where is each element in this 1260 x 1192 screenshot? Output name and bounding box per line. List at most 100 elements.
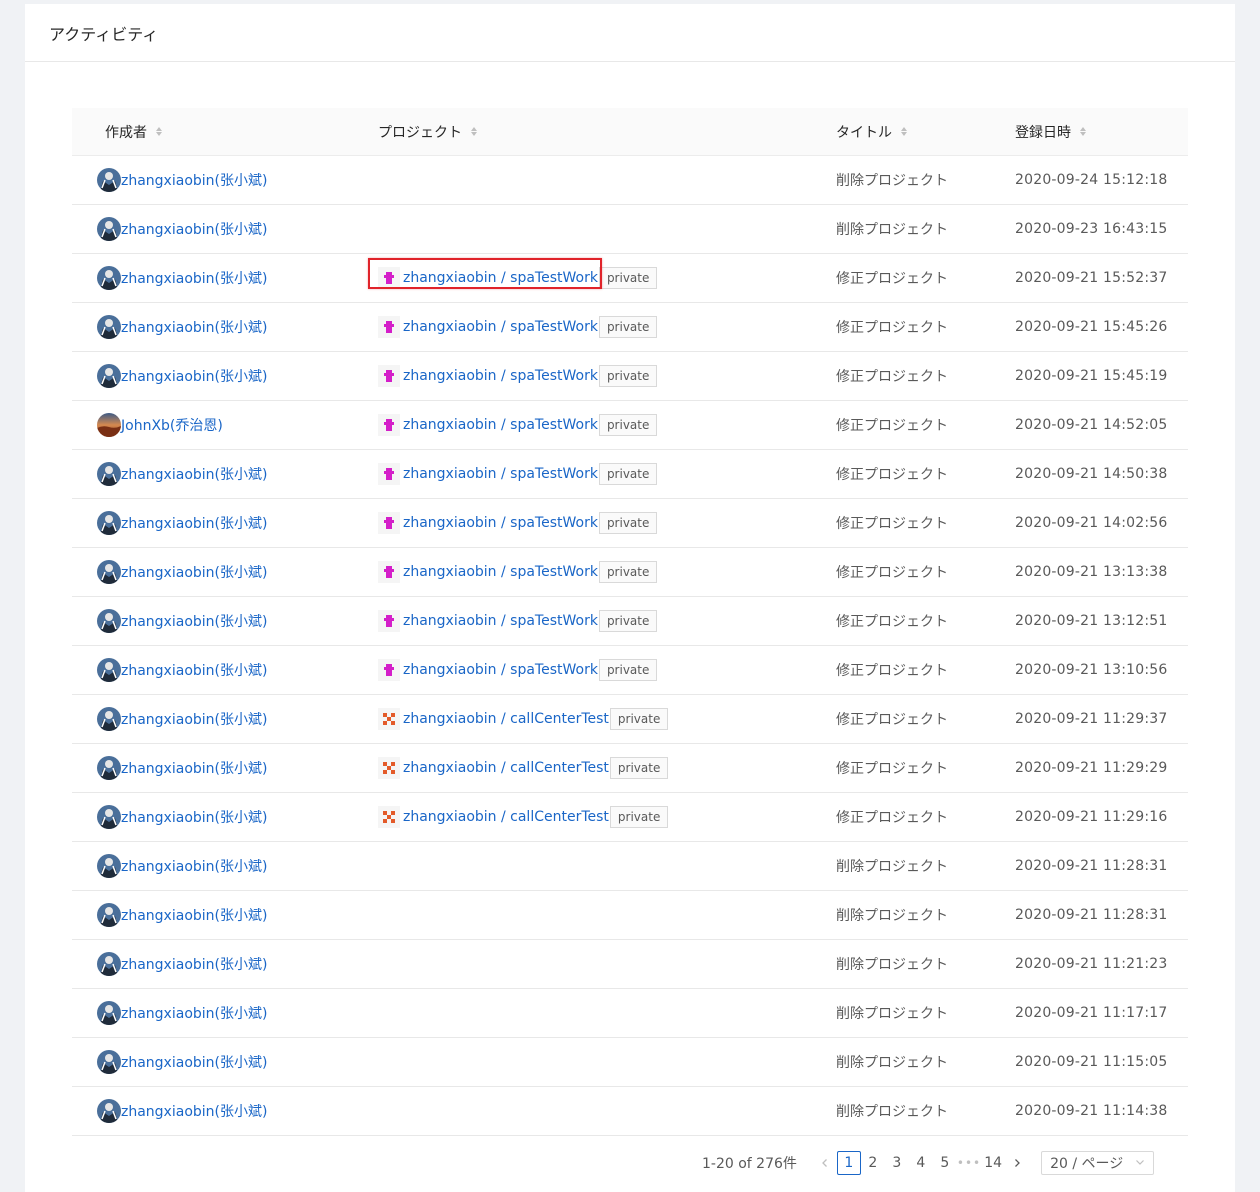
sort-icon[interactable] — [156, 127, 162, 136]
project-link[interactable]: zhangxiaobin / spaTestWork — [403, 368, 598, 384]
author-cell: zhangxiaobin(张小斌) — [97, 254, 267, 302]
sort-icon[interactable] — [1080, 127, 1086, 136]
author-cell: zhangxiaobin(张小斌) — [97, 1038, 267, 1086]
private-tag: private — [598, 316, 658, 338]
avatar[interactable] — [97, 413, 121, 437]
avatar[interactable] — [97, 462, 121, 486]
column-header-author[interactable]: 作成者 — [105, 122, 162, 142]
project-link[interactable]: zhangxiaobin / callCenterTest — [403, 809, 609, 825]
time-cell: 2020-09-21 11:17:17 — [1015, 1005, 1168, 1021]
table-row: zhangxiaobin(张小斌) zhangxiaobin / spaTestW… — [72, 303, 1188, 352]
author-link[interactable]: zhangxiaobin(张小斌) — [121, 1003, 267, 1023]
project-grid-icon — [378, 757, 400, 779]
avatar[interactable] — [97, 364, 121, 388]
project-cell: zhangxiaobin / callCenterTest private — [378, 744, 669, 792]
author-link[interactable]: zhangxiaobin(张小斌) — [121, 660, 267, 680]
avatar[interactable] — [97, 903, 121, 927]
project-shirt-icon — [378, 365, 400, 387]
table-row: zhangxiaobin(张小斌) 削除プロジェクト 2020-09-21 11:1… — [72, 989, 1188, 1038]
avatar[interactable] — [97, 756, 121, 780]
sort-icon[interactable] — [901, 127, 907, 136]
avatar[interactable] — [97, 1099, 121, 1123]
avatar[interactable] — [97, 560, 121, 584]
avatar[interactable] — [97, 217, 121, 241]
avatar[interactable] — [97, 609, 121, 633]
project-link[interactable]: zhangxiaobin / callCenterTest — [403, 760, 609, 776]
title-cell: 修正プロジェクト — [836, 565, 948, 581]
author-link[interactable]: JohnXb(乔治恩) — [121, 415, 223, 435]
chevron-left-icon[interactable] — [813, 1151, 837, 1175]
avatar[interactable] — [97, 658, 121, 682]
author-link[interactable]: zhangxiaobin(张小斌) — [121, 807, 267, 827]
author-link[interactable]: zhangxiaobin(张小斌) — [121, 758, 267, 778]
project-link[interactable]: zhangxiaobin / spaTestWork — [403, 270, 598, 286]
avatar[interactable] — [97, 511, 121, 535]
title-cell: 削除プロジェクト — [836, 1006, 948, 1022]
author-link[interactable]: zhangxiaobin(张小斌) — [121, 268, 267, 288]
page-item[interactable]: 1 — [836, 1151, 861, 1175]
page-size-select[interactable]: 20 / ページ — [1041, 1151, 1155, 1175]
column-header-title[interactable]: タイトル — [836, 122, 907, 142]
page-item[interactable]: 4 — [909, 1151, 933, 1175]
time-cell: 2020-09-21 13:13:38 — [1015, 564, 1168, 580]
author-link[interactable]: zhangxiaobin(张小斌) — [121, 856, 267, 876]
project-cell: zhangxiaobin / callCenterTest private — [378, 793, 669, 841]
project-link[interactable]: zhangxiaobin / spaTestWork — [403, 515, 598, 531]
project-shirt-icon — [378, 267, 400, 289]
project-link[interactable]: zhangxiaobin / spaTestWork — [403, 319, 598, 335]
author-link[interactable]: zhangxiaobin(张小斌) — [121, 513, 267, 533]
avatar[interactable] — [97, 952, 121, 976]
author-cell: JohnXb(乔治恩) — [97, 401, 223, 449]
chevron-down-icon — [1135, 1155, 1145, 1171]
pagination-jump-next[interactable]: ••• — [957, 1151, 981, 1175]
project-shirt-icon — [378, 463, 400, 485]
project-link[interactable]: zhangxiaobin / spaTestWork — [403, 613, 598, 629]
author-link[interactable]: zhangxiaobin(张小斌) — [121, 709, 267, 729]
project-link[interactable]: zhangxiaobin / spaTestWork — [403, 662, 598, 678]
page-item[interactable]: 2 — [861, 1151, 885, 1175]
time-cell: 2020-09-21 11:28:31 — [1015, 858, 1168, 874]
page-item[interactable]: 5 — [933, 1151, 957, 1175]
avatar[interactable] — [97, 1001, 121, 1025]
project-link[interactable]: zhangxiaobin / callCenterTest — [403, 711, 609, 727]
project-grid-icon — [378, 708, 400, 730]
chevron-right-icon[interactable] — [1005, 1151, 1029, 1175]
table-row: zhangxiaobin(张小斌) 削除プロジェクト 2020-09-21 11:2… — [72, 940, 1188, 989]
author-link[interactable]: zhangxiaobin(张小斌) — [121, 1101, 267, 1121]
author-link[interactable]: zhangxiaobin(张小斌) — [121, 366, 267, 386]
avatar[interactable] — [97, 168, 121, 192]
author-link[interactable]: zhangxiaobin(张小斌) — [121, 170, 267, 190]
project-link[interactable]: zhangxiaobin / spaTestWork — [403, 417, 598, 433]
title-cell: 削除プロジェクト — [836, 908, 948, 924]
author-link[interactable]: zhangxiaobin(张小斌) — [121, 611, 267, 631]
column-header-time[interactable]: 登録日時 — [1015, 122, 1086, 142]
author-link[interactable]: zhangxiaobin(张小斌) — [121, 954, 267, 974]
author-link[interactable]: zhangxiaobin(张小斌) — [121, 562, 267, 582]
page-item[interactable]: 14 — [981, 1151, 1005, 1175]
avatar[interactable] — [97, 266, 121, 290]
project-shirt-icon — [378, 561, 400, 583]
avatar[interactable] — [97, 854, 121, 878]
project-cell: zhangxiaobin / spaTestWork private — [378, 597, 658, 645]
avatar[interactable] — [97, 1050, 121, 1074]
title-cell: 修正プロジェクト — [836, 614, 948, 630]
avatar[interactable] — [97, 315, 121, 339]
author-link[interactable]: zhangxiaobin(张小斌) — [121, 219, 267, 239]
table-body: zhangxiaobin(张小斌) 削除プロジェクト 2020-09-24 15:1… — [72, 156, 1188, 1136]
sort-icon[interactable] — [471, 127, 477, 136]
project-grid-icon — [378, 806, 400, 828]
author-link[interactable]: zhangxiaobin(张小斌) — [121, 464, 267, 484]
author-link[interactable]: zhangxiaobin(张小斌) — [121, 905, 267, 925]
project-cell: zhangxiaobin / spaTestWork private — [378, 646, 658, 694]
project-cell: zhangxiaobin / spaTestWork private — [378, 450, 658, 498]
avatar[interactable] — [97, 707, 121, 731]
project-link[interactable]: zhangxiaobin / spaTestWork — [403, 466, 598, 482]
title-cell: 修正プロジェクト — [836, 810, 948, 826]
author-link[interactable]: zhangxiaobin(张小斌) — [121, 317, 267, 337]
author-link[interactable]: zhangxiaobin(张小斌) — [121, 1052, 267, 1072]
page-item[interactable]: 3 — [885, 1151, 909, 1175]
private-tag: private — [598, 512, 658, 534]
avatar[interactable] — [97, 805, 121, 829]
column-header-project[interactable]: プロジェクト — [378, 122, 477, 142]
project-link[interactable]: zhangxiaobin / spaTestWork — [403, 564, 598, 580]
